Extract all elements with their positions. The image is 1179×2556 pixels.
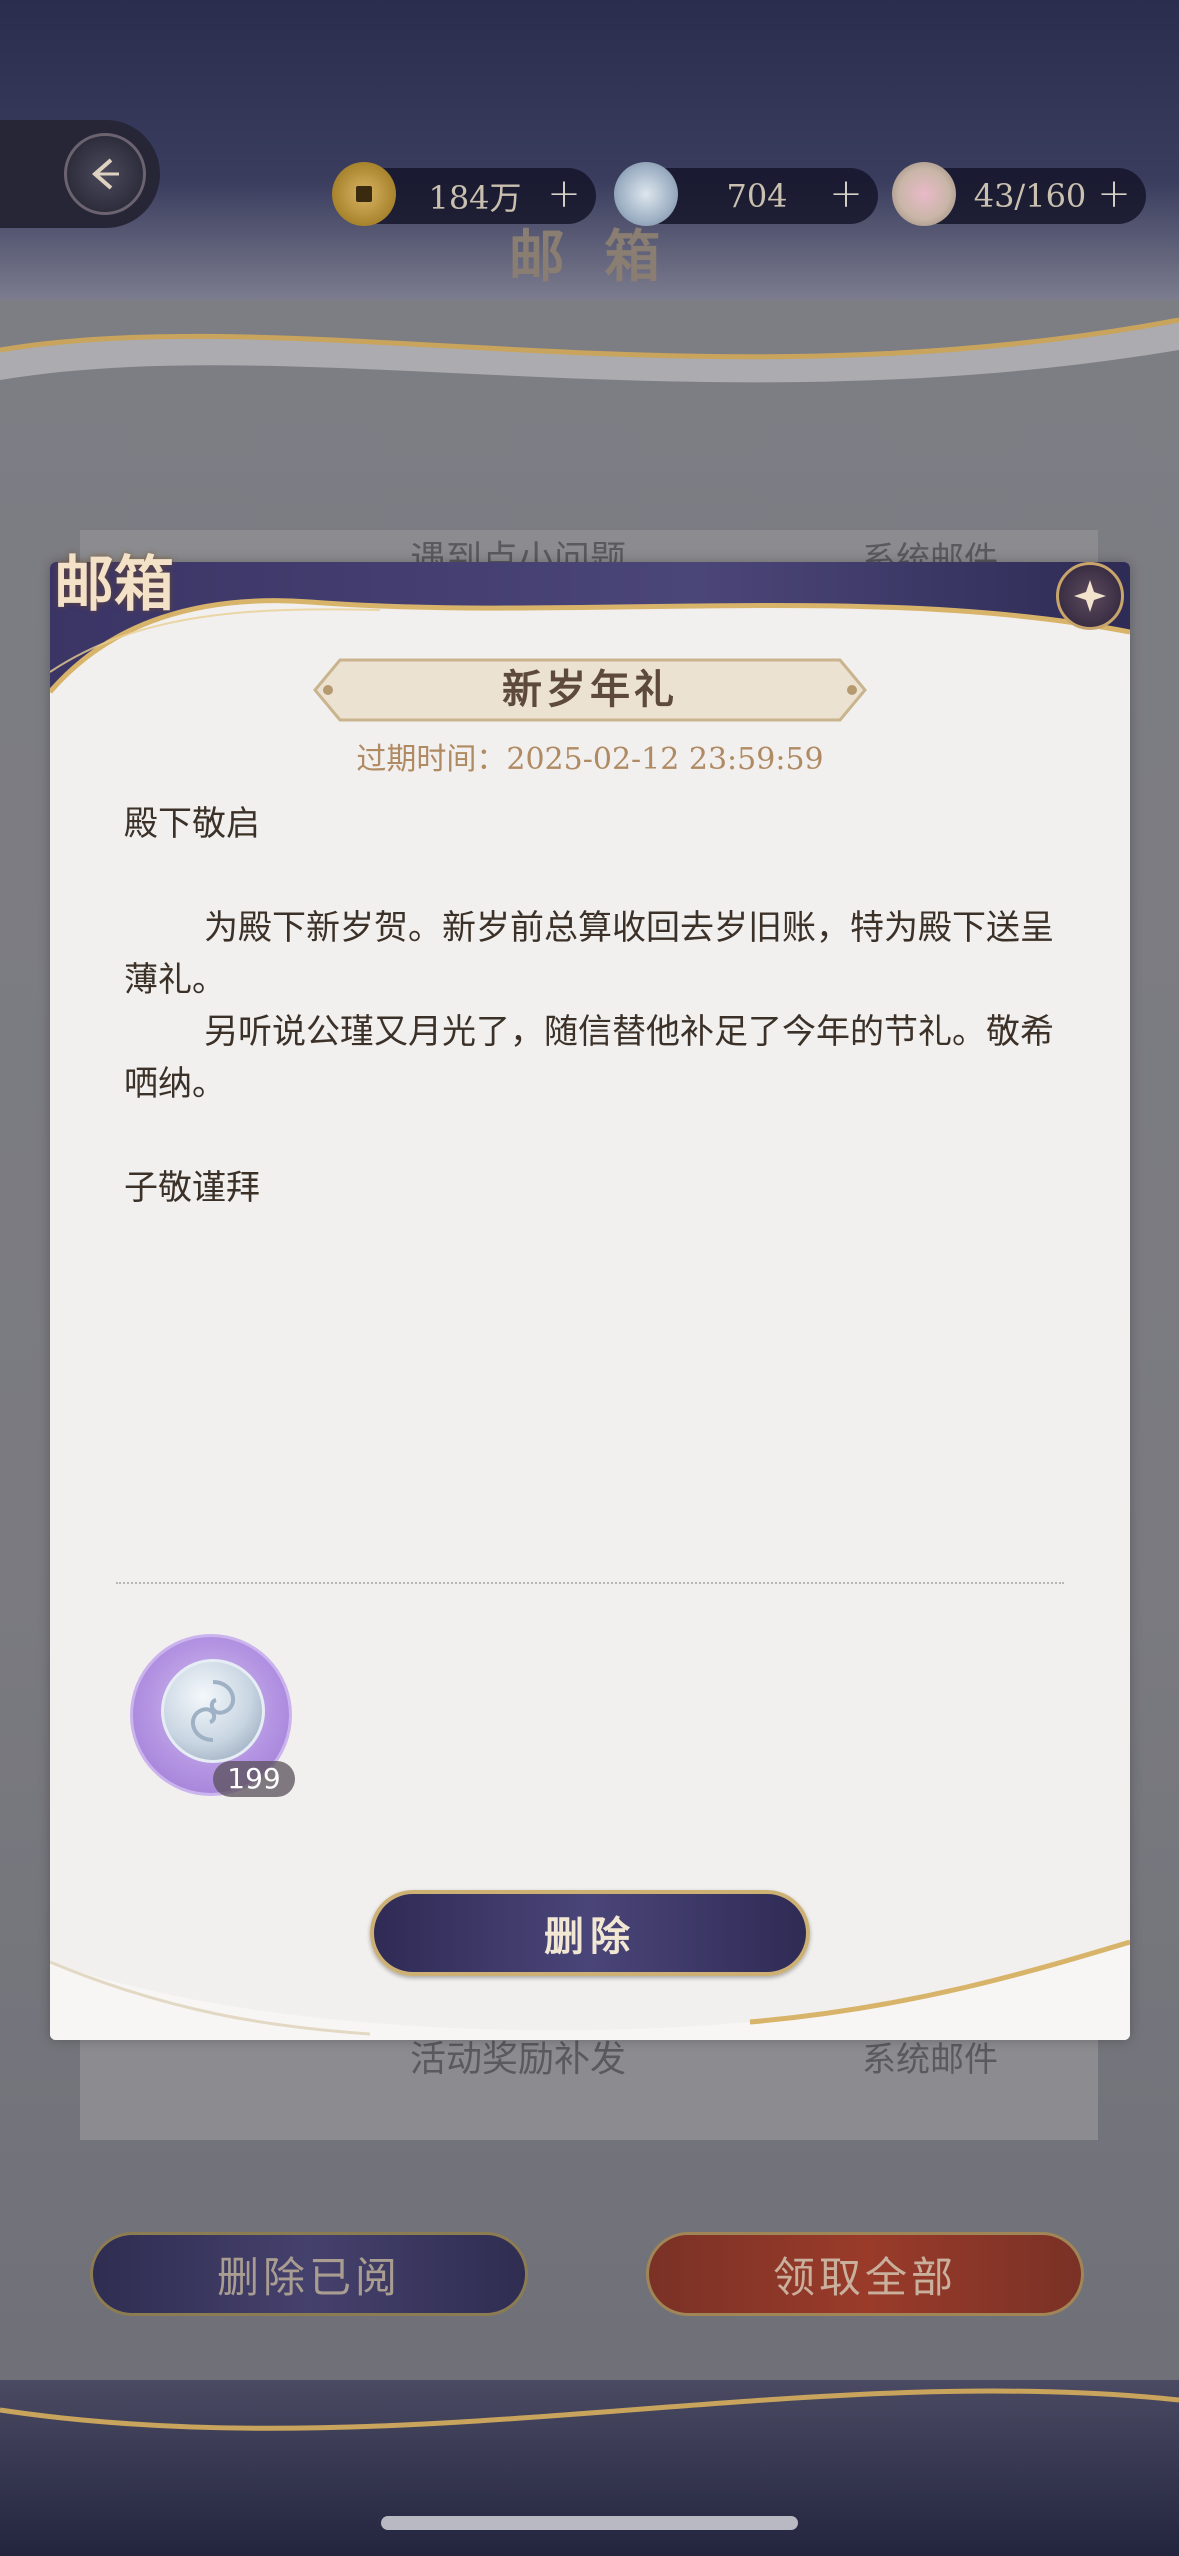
coin-value: 184万 xyxy=(428,179,522,217)
currency-stamina: 43/160 + xyxy=(892,162,1146,226)
coin-icon xyxy=(332,162,396,226)
back-arrow-icon xyxy=(64,133,146,215)
expire-time: 过期时间：2025-02-12 23:59:59 xyxy=(356,742,824,777)
reward-item[interactable]: 199 xyxy=(130,1634,295,1797)
gold-wave-decoration xyxy=(0,317,1179,383)
jade-icon xyxy=(614,162,678,226)
gold-wave-decoration xyxy=(0,2388,1179,2431)
reward-count: 199 xyxy=(213,1761,295,1797)
letter-body: 殿下敬启 为殿下新岁贺。新岁前总算收回去岁旧账，特为殿下送呈薄礼。 另听说公瑾又… xyxy=(124,798,1074,1214)
add-stamina-button[interactable]: + xyxy=(1096,174,1132,214)
claim-all-button[interactable]: 领取全部 xyxy=(646,2232,1084,2316)
page-title: 邮 箱 xyxy=(508,224,671,290)
close-icon xyxy=(1074,580,1106,612)
back-button[interactable] xyxy=(0,120,160,228)
divider xyxy=(116,1582,1064,1584)
dialog-tab-label: 邮箱 xyxy=(54,550,174,620)
letter-greeting: 殿下敬启 xyxy=(124,804,260,844)
letter-paragraph: 另听说公瑾又月光了，随信替他补足了今年的节礼。敬希哂纳。 xyxy=(124,1012,1054,1104)
letter-paragraph: 为殿下新岁贺。新岁前总算收回去岁旧账，特为殿下送呈薄礼。 xyxy=(124,908,1054,1000)
delete-read-button[interactable]: 删除已阅 xyxy=(90,2232,528,2316)
jade-value: 704 xyxy=(726,177,788,215)
home-indicator[interactable] xyxy=(381,2516,798,2530)
mail-detail-dialog: 新岁年礼 过期时间：2025-02-12 23:59:59 殿下敬启 为殿下新岁… xyxy=(50,562,1130,2040)
letter-signature: 子敬谨拜 xyxy=(124,1168,260,1208)
jade-icon xyxy=(161,1659,265,1763)
currency-coin: 184万 + xyxy=(332,162,596,226)
mail-title: 新岁年礼 xyxy=(502,666,678,713)
bowl-icon xyxy=(892,162,956,226)
currency-jade: 704 + xyxy=(614,162,878,226)
stamina-value: 43/160 xyxy=(973,177,1087,215)
add-coin-button[interactable]: + xyxy=(546,174,582,214)
delete-button[interactable]: 删除 xyxy=(370,1890,810,1976)
add-jade-button[interactable]: + xyxy=(828,174,864,214)
close-button[interactable] xyxy=(1056,562,1124,630)
